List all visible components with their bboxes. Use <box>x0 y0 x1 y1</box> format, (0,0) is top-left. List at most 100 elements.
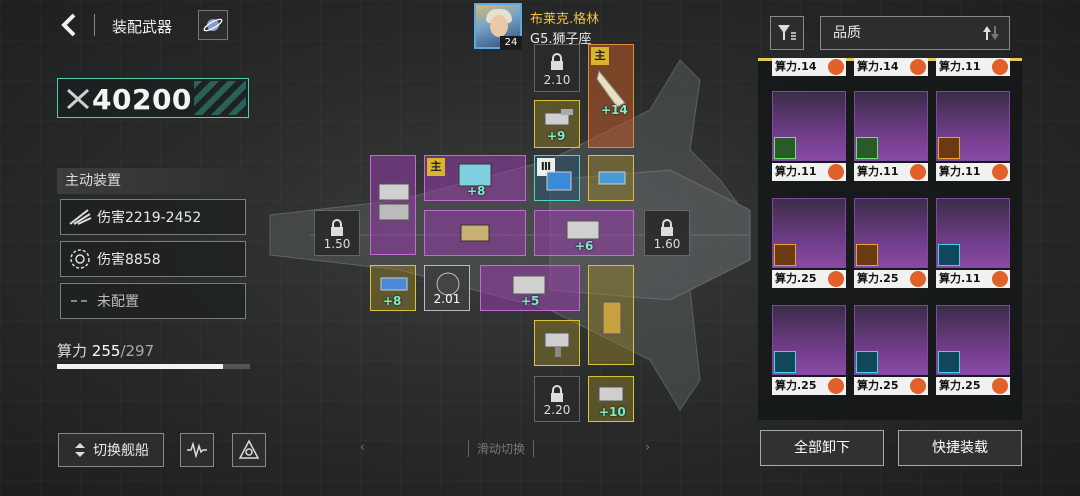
back-button[interactable] <box>56 10 84 40</box>
card-cost-label: 算力.25 <box>939 379 981 392</box>
stat-row-empty[interactable]: 未配置 <box>60 283 246 319</box>
turret-weapon-icon <box>544 332 570 357</box>
inventory-card[interactable]: 算力.11 <box>772 91 846 183</box>
element-badge-icon <box>938 351 960 373</box>
planet-icon <box>203 18 223 32</box>
stat-row-damage-range[interactable]: 伤害2219-2452 <box>60 199 246 235</box>
main-tag: 主 <box>591 47 609 65</box>
gear-icon <box>992 378 1008 394</box>
element-badge-icon <box>774 137 796 159</box>
card-cost: 算力.11 <box>854 163 928 181</box>
equip-slot-gold[interactable] <box>534 320 580 366</box>
equip-slot-gray[interactable]: 2.01 <box>424 265 470 311</box>
card-cost: 算力.14 <box>854 58 928 76</box>
bonus-label: +14 <box>601 103 628 117</box>
gear-icon <box>828 59 844 75</box>
locked-slot[interactable]: 1.60 <box>644 210 690 256</box>
bonus-label: +10 <box>599 405 626 419</box>
title-separator <box>94 14 95 36</box>
compute-max: /297 <box>120 342 155 360</box>
waveform-button[interactable] <box>180 433 214 467</box>
card-cost: 算力.11 <box>936 270 1010 288</box>
chevron-left-icon: ‹ <box>360 440 365 454</box>
equip-slot-purple-wide[interactable] <box>424 210 526 256</box>
equip-slot-orange[interactable]: 主 +14 <box>588 44 634 148</box>
inventory-card[interactable]: 算力.25 <box>936 305 1010 397</box>
unload-all-button[interactable]: 全部卸下 <box>760 430 884 466</box>
gear-icon <box>910 59 926 75</box>
fleet-formation-button[interactable] <box>232 433 266 467</box>
swipe-hint-label: 滑动切换 <box>468 440 535 457</box>
gear-icon <box>992 164 1008 180</box>
card-cost: 算力.25 <box>854 270 928 288</box>
card-cost-label: 算力.11 <box>939 272 981 285</box>
avatar-face <box>490 15 508 37</box>
heavy-gun-icon <box>460 224 490 242</box>
planet-button[interactable] <box>198 10 228 40</box>
compute-progress-fill <box>57 364 223 369</box>
gear-icon <box>992 271 1008 287</box>
bonus-label: +8 <box>467 184 486 198</box>
quick-equip-button[interactable]: 快捷装载 <box>898 430 1022 466</box>
waveform-icon <box>187 442 207 458</box>
dash-icon <box>67 290 93 312</box>
locked-slot[interactable]: 1.50 <box>314 210 360 256</box>
inventory-panel[interactable]: 算力.14 算力.14 算力.11 算力.11 算力.11 算力.11 算力.2… <box>758 58 1022 420</box>
inventory-card[interactable]: 算力.25 <box>772 198 846 290</box>
equip-slot-purple-wide[interactable]: 主 +8 <box>424 155 526 201</box>
swipe-hint: ‹ 滑动切换 › <box>360 440 650 460</box>
bonus-label: +5 <box>521 294 540 308</box>
filter-button[interactable] <box>770 16 804 50</box>
energy-cell-icon <box>546 171 572 191</box>
gear-icon <box>910 378 926 394</box>
inventory-card[interactable]: 算力.11 <box>936 91 1010 183</box>
sort-dropdown[interactable]: 品质 <box>820 16 1010 50</box>
equip-slot-gold-tall[interactable] <box>588 265 634 365</box>
cannon-weapon-icon <box>378 183 410 221</box>
equip-slot-gold[interactable]: +10 <box>588 376 634 422</box>
slot-value: 2.01 <box>433 292 461 306</box>
compute-progress-bar <box>57 364 250 369</box>
plasma-gun-icon <box>598 171 626 185</box>
inventory-card[interactable]: 算力.25 <box>854 305 928 397</box>
locked-slot[interactable]: 2.20 <box>534 376 580 422</box>
equip-slot-purple-wide[interactable]: +6 <box>534 210 634 256</box>
card-cost-label: 算力.25 <box>857 379 899 392</box>
stat-label: 未配置 <box>97 294 139 310</box>
equip-slot-gold[interactable]: +9 <box>534 100 580 148</box>
compute-title: 算力 <box>57 342 88 360</box>
card-cost-label: 算力.11 <box>775 165 817 178</box>
gear-icon <box>910 271 926 287</box>
element-badge-icon <box>938 244 960 266</box>
lock-icon <box>551 385 563 402</box>
inventory-card[interactable]: 算力.25 <box>772 305 846 397</box>
lock-value: 1.50 <box>323 237 351 251</box>
card-cost: 算力.14 <box>772 58 846 76</box>
lock-value: 2.20 <box>543 403 571 417</box>
switch-ship-button[interactable]: 切换舰船 <box>58 433 164 467</box>
card-cost-label: 算力.11 <box>939 60 981 73</box>
sort-label: 品质 <box>833 25 861 41</box>
card-cost: 算力.11 <box>936 58 1010 76</box>
card-cost-label: 算力.25 <box>775 379 817 392</box>
lock-icon <box>661 219 673 236</box>
filter-icon <box>778 25 796 40</box>
inventory-card[interactable]: 算力.11 <box>936 198 1010 290</box>
swap-arrows-icon <box>75 443 85 457</box>
main-tag: 主 <box>427 158 445 176</box>
equip-slot-gold[interactable] <box>588 155 634 201</box>
lock-value: 2.10 <box>543 73 571 87</box>
inventory-card[interactable]: 算力.25 <box>854 198 928 290</box>
equip-slot-blue[interactable]: Ⅲ <box>534 155 580 201</box>
equip-slot-purple[interactable] <box>370 155 416 255</box>
fleet-power-display: 40200 <box>57 78 249 118</box>
equip-slot-gold[interactable]: +8 <box>370 265 416 311</box>
inventory-card[interactable]: 算力.11 <box>854 91 928 183</box>
locked-slot[interactable]: 2.10 <box>534 44 580 92</box>
card-cost: 算力.25 <box>772 270 846 288</box>
equip-slot-purple-wide[interactable]: +5 <box>480 265 580 311</box>
stat-row-damage[interactable]: 伤害8858 <box>60 241 246 277</box>
element-badge-icon <box>938 137 960 159</box>
gear-icon <box>828 164 844 180</box>
card-cost-label: 算力.11 <box>857 165 899 178</box>
